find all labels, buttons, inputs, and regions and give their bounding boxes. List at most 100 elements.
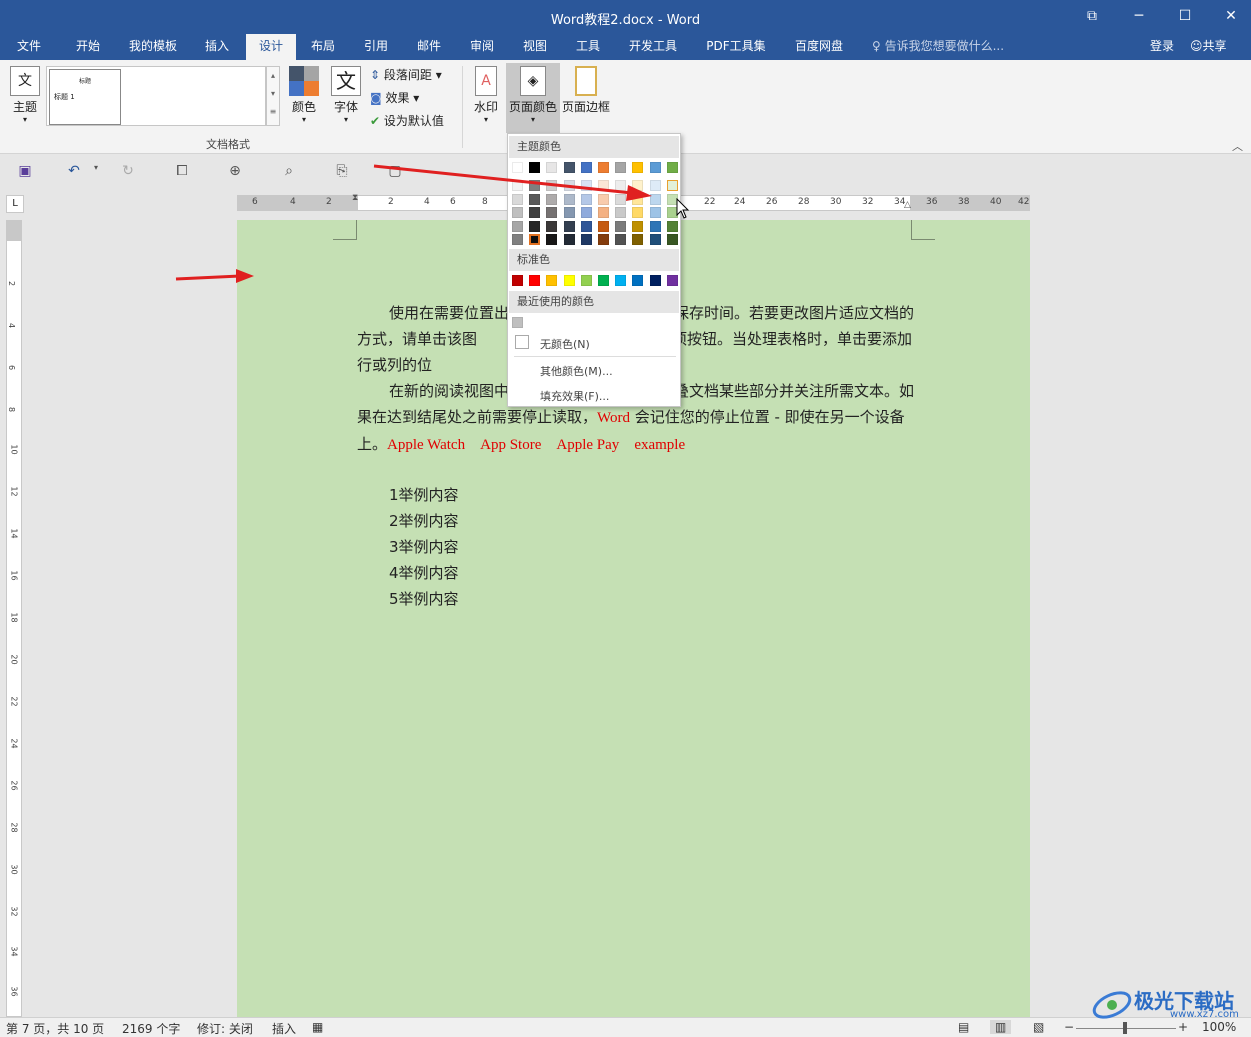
theme-shade-swatch[interactable] (563, 234, 575, 245)
theme-shade-swatch[interactable] (615, 234, 627, 245)
theme-shade-swatch[interactable] (529, 220, 541, 232)
themes-button[interactable]: 文 主题 ▾ (6, 66, 44, 124)
revision-status[interactable]: 修订: 关闭 (197, 1020, 253, 1037)
watermark-button[interactable]: A 水印 ▾ (470, 66, 502, 124)
zoom-out-icon[interactable]: − (1064, 1020, 1074, 1034)
web-layout-icon[interactable]: ⊕ (225, 163, 245, 181)
maximize-button[interactable]: ☐ (1173, 6, 1197, 26)
standard-color-swatch[interactable] (512, 275, 523, 286)
tab-layout[interactable]: 布局 (302, 34, 344, 60)
list-item[interactable]: 3举例内容 (389, 534, 459, 560)
share-button[interactable]: ☺共享 (1190, 34, 1227, 60)
tab-my-templates[interactable]: 我的模板 (120, 34, 186, 60)
attach-icon[interactable]: ⎘ (332, 163, 352, 181)
fonts-button[interactable]: 文 字体 ▾ (328, 66, 364, 124)
theme-shade-swatch[interactable] (563, 207, 575, 218)
standard-color-swatch[interactable] (580, 275, 592, 286)
theme-shade-swatch[interactable] (546, 234, 558, 245)
tab-selector[interactable]: L (6, 195, 24, 213)
theme-shade-swatch[interactable] (512, 220, 523, 232)
undo-icon[interactable]: ↶ (64, 163, 84, 181)
effects-button[interactable]: ◙ 效果 ▾ (370, 89, 419, 106)
recent-color-swatch[interactable] (512, 317, 523, 328)
style-set-thumbnail[interactable]: 标题 标题 1 (49, 69, 121, 125)
tab-design[interactable]: 设计 (246, 34, 296, 60)
list-item[interactable]: 1举例内容 (389, 482, 459, 508)
standard-color-swatch[interactable] (632, 275, 644, 286)
tab-view[interactable]: 视图 (514, 34, 556, 60)
standard-color-swatch[interactable] (546, 275, 558, 286)
read-mode-icon[interactable]: ⧠ (172, 163, 192, 181)
insert-mode[interactable]: 插入 (272, 1020, 296, 1037)
word-count[interactable]: 2169 个字 (122, 1020, 180, 1037)
macro-icon[interactable]: ▦ (312, 1020, 323, 1034)
tab-home[interactable]: 开始 (66, 34, 110, 60)
theme-shade-swatch[interactable] (546, 220, 558, 232)
login-link[interactable]: 登录 (1150, 34, 1174, 60)
page-borders-button[interactable]: 页面边框 (560, 66, 612, 115)
paragraph-spacing-button[interactable]: ⇕ 段落间距 ▾ (370, 66, 442, 83)
print-layout-view-icon[interactable]: ▥ (990, 1020, 1012, 1034)
print-preview-icon[interactable]: ⌕ (279, 163, 299, 181)
theme-shade-swatch[interactable] (529, 207, 541, 218)
theme-shade-swatch[interactable] (546, 207, 558, 218)
style-set-gallery[interactable]: 标题 标题 1 (46, 66, 266, 126)
tab-insert[interactable]: 插入 (196, 34, 238, 60)
theme-shade-swatch[interactable] (580, 207, 592, 218)
tab-tools[interactable]: 工具 (567, 34, 609, 60)
ribbon-display-icon[interactable]: ⧉ (1080, 6, 1104, 26)
standard-color-swatch[interactable] (666, 275, 678, 286)
save-icon[interactable]: ▣ (15, 163, 35, 181)
redo-icon[interactable]: ↻ (118, 163, 138, 181)
theme-shade-swatch[interactable] (632, 207, 644, 218)
tab-references[interactable]: 引用 (355, 34, 397, 60)
gallery-scroll[interactable]: ▴ ▾ ≡ (266, 66, 280, 126)
theme-shade-swatch[interactable] (615, 207, 627, 218)
standard-color-swatch[interactable] (615, 275, 627, 286)
theme-shade-swatch[interactable] (649, 220, 661, 232)
collapse-ribbon-icon[interactable]: ︿ (1232, 138, 1243, 154)
indent-marker-icon[interactable]: ⧗ (352, 193, 362, 215)
tell-me-search[interactable]: ♀ 告诉我您想要做什么... (872, 34, 1004, 60)
theme-shade-swatch[interactable] (598, 234, 609, 245)
read-mode-view-icon[interactable]: ▤ (958, 1020, 969, 1034)
zoom-slider-thumb[interactable] (1123, 1022, 1127, 1034)
theme-shade-swatch[interactable] (666, 234, 678, 245)
close-button[interactable]: ✕ (1219, 6, 1243, 26)
vertical-ruler[interactable]: 2 4 6 8 10 12 14 16 18 20 22 24 26 28 30… (6, 220, 22, 1017)
list-item[interactable]: 5举例内容 (389, 586, 459, 612)
tab-pdf-tools[interactable]: PDF工具集 (700, 34, 772, 60)
theme-shade-swatch[interactable] (529, 234, 541, 245)
web-layout-view-icon[interactable]: ▧ (1033, 1020, 1044, 1034)
standard-color-swatch[interactable] (529, 275, 541, 286)
theme-shade-swatch[interactable] (580, 220, 592, 232)
standard-color-swatch[interactable] (563, 275, 575, 286)
tab-baidu-netdisk[interactable]: 百度网盘 (786, 34, 852, 60)
more-colors-item[interactable]: 其他颜色(M)... (540, 363, 613, 379)
list-item[interactable]: 4举例内容 (389, 560, 459, 586)
theme-shade-swatch[interactable] (649, 234, 661, 245)
standard-color-swatch[interactable] (649, 275, 661, 286)
theme-shade-swatch[interactable] (632, 220, 644, 232)
page-color-button[interactable]: ◈ 页面颜色 ▾ (506, 63, 560, 133)
theme-shade-swatch[interactable] (512, 234, 523, 245)
tab-review[interactable]: 审阅 (461, 34, 503, 60)
theme-shade-swatch[interactable] (580, 234, 592, 245)
tab-mailings[interactable]: 邮件 (408, 34, 450, 60)
tab-file[interactable]: 文件 (8, 34, 50, 60)
theme-shade-swatch[interactable] (512, 207, 523, 218)
list-item[interactable]: 2举例内容 (389, 508, 459, 534)
undo-dropdown-icon[interactable]: ▾ (86, 163, 106, 181)
theme-shade-swatch[interactable] (666, 220, 678, 232)
theme-shade-swatch[interactable] (649, 207, 661, 218)
colors-button[interactable]: 颜色 ▾ (286, 66, 322, 124)
standard-color-swatch[interactable] (598, 275, 609, 286)
page-count[interactable]: 第 7 页，共 10 页 (6, 1020, 104, 1037)
no-color-item[interactable]: 无颜色(N) (540, 336, 590, 352)
theme-shade-swatch[interactable] (598, 207, 609, 218)
set-default-button[interactable]: ✔ 设为默认值 (370, 112, 444, 129)
minimize-button[interactable]: ─ (1127, 6, 1151, 26)
theme-shade-swatch[interactable] (615, 220, 627, 232)
right-indent-marker-icon[interactable]: △ (904, 200, 911, 210)
theme-shade-swatch[interactable] (632, 234, 644, 245)
